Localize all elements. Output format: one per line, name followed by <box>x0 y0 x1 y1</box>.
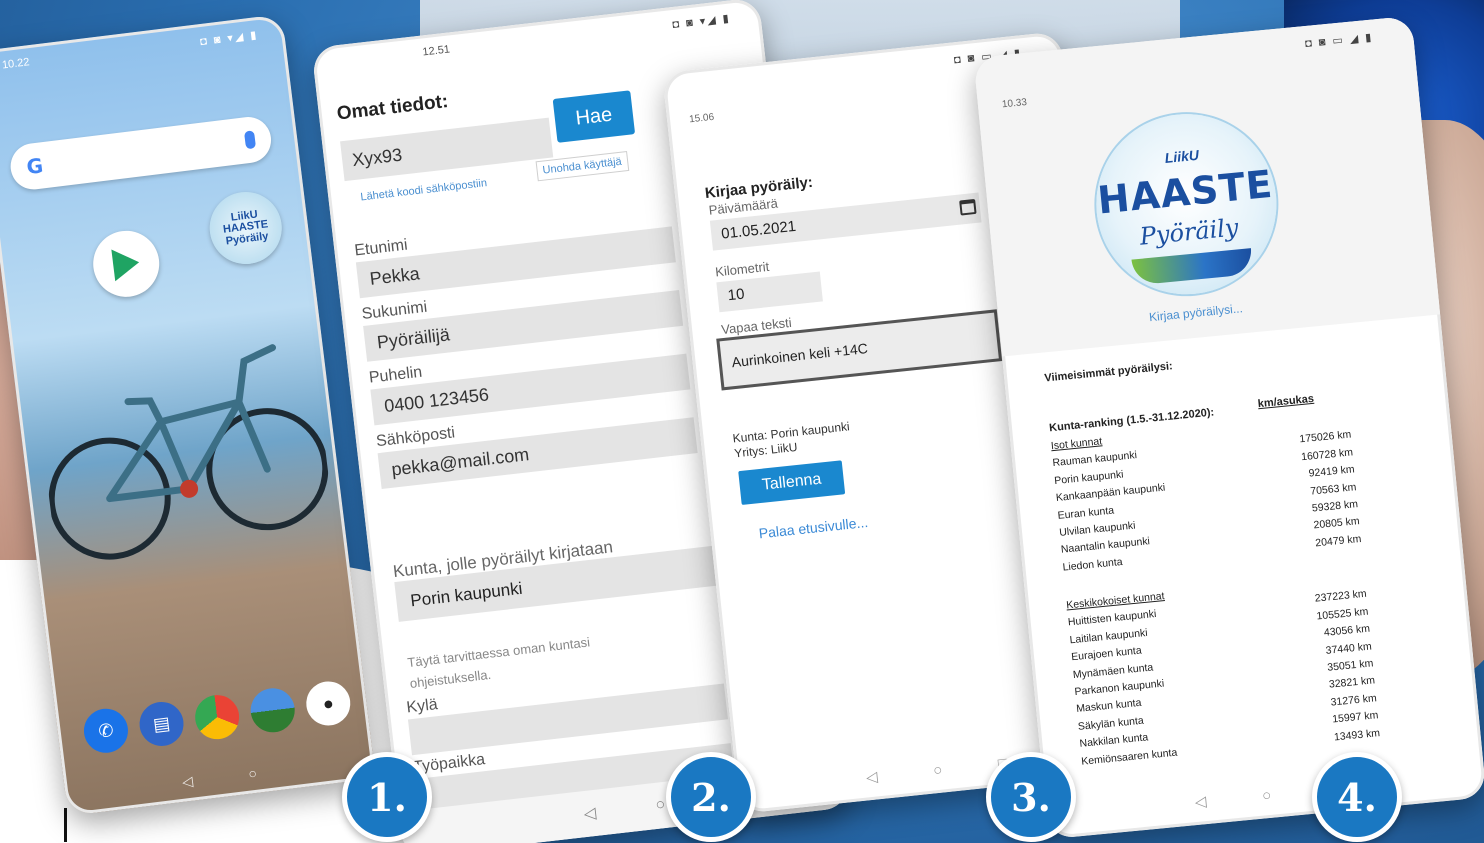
step-badge-4: 4. <box>1312 752 1402 842</box>
haaste-app-icon[interactable]: LiikU HAASTE Pyöräily <box>205 187 286 269</box>
home-nav-icon[interactable]: ○ <box>247 765 257 782</box>
step-badge-2: 2. <box>666 752 756 842</box>
search-button[interactable]: Hae <box>552 90 636 143</box>
km-value: 20479 km <box>1314 532 1362 550</box>
back-nav-icon[interactable]: ◁ <box>583 803 597 824</box>
km-label: Kilometrit <box>714 258 770 280</box>
step-badge-3: 3. <box>986 752 1076 842</box>
calendar-icon[interactable] <box>959 198 977 216</box>
back-to-home-link[interactable]: Palaa etusivulle... <box>758 514 869 541</box>
camera-app-icon[interactable]: ● <box>303 678 353 728</box>
km-per-resident-heading: km/asukas <box>1257 392 1315 411</box>
text-cursor <box>64 808 67 842</box>
km-value: 13493 km <box>1333 726 1381 743</box>
gallery-app-icon[interactable] <box>248 685 298 735</box>
large-municipalities-list: Isot kunnat Rauman kaupunki 175026 km Por… <box>1050 412 1362 579</box>
play-store-icon[interactable] <box>89 227 163 301</box>
google-search-bar[interactable]: G <box>8 114 274 193</box>
send-code-link[interactable]: Lähetä koodi sähköpostiin <box>360 177 488 203</box>
username-input[interactable]: Xyx93 <box>340 117 554 182</box>
home-nav-icon[interactable]: ○ <box>1261 786 1272 804</box>
phone-app-icon[interactable]: ✆ <box>81 706 131 756</box>
medium-municipalities-list: Keskikokoiset kunnat Huittisten kaupunki… <box>1066 571 1381 773</box>
back-nav-icon[interactable]: ◁ <box>181 772 194 790</box>
status-time: 10.22 <box>1 56 31 72</box>
step-badge-1: 1. <box>342 752 432 842</box>
phone-ranking-screen: 10.33 ◘ ◙ ▭ ◢ ▮ LiikU HAASTE Pyöräily Ki… <box>973 15 1484 840</box>
back-nav-icon[interactable]: ◁ <box>865 767 878 786</box>
status-icons: ◘ ◙ ▾◢ ▮ <box>199 28 259 48</box>
save-button[interactable]: Tallenna <box>738 460 846 505</box>
haaste-app-label: LiikU HAASTE Pyöräily <box>222 208 270 248</box>
latest-rides-heading: Viimeisimmät pyöräilysi: <box>1043 360 1174 385</box>
page-title: Omat tiedot: <box>335 91 450 125</box>
messages-app-icon[interactable]: ▤ <box>137 699 187 749</box>
google-logo-icon: G <box>25 153 45 180</box>
home-nav-icon[interactable]: ○ <box>655 796 667 815</box>
status-icons: ◘ ◙ ▾◢ ▮ <box>671 11 732 31</box>
ride-info: Kunta: Porin kaupunki Yritys: LiikU <box>732 419 852 461</box>
home-nav-icon[interactable]: ○ <box>932 761 943 779</box>
status-time: 15.06 <box>688 111 715 126</box>
back-nav-icon[interactable]: ◁ <box>1194 792 1207 811</box>
status-icons: ◘ ◙ ▭ ◢ ▮ <box>1304 31 1374 50</box>
bicycle-photo-icon <box>48 344 329 560</box>
status-time: 12.51 <box>421 43 451 59</box>
chrome-app-icon[interactable] <box>192 692 242 742</box>
microphone-icon[interactable] <box>243 130 257 150</box>
